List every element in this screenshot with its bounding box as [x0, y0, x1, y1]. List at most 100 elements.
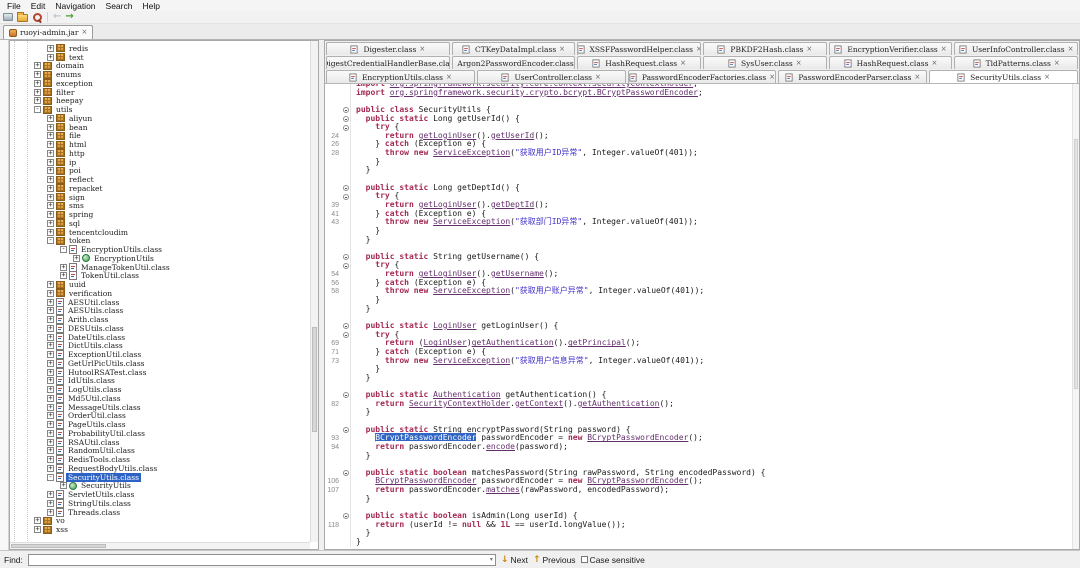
jar-tab[interactable]: ruoyi-admin.jar ×	[3, 25, 94, 39]
tree-expand-handle[interactable]: +	[47, 438, 54, 446]
tree-expand-handle[interactable]: +	[34, 79, 41, 87]
tree-expand-handle[interactable]: +	[34, 71, 41, 79]
tree-item-geturlpicutils-class[interactable]: + GetUrlPicUtils.class	[10, 358, 310, 368]
tree-expand-handle[interactable]: +	[47, 184, 54, 192]
tree-item-enums[interactable]: + enums	[10, 70, 310, 79]
tree-expand-handle[interactable]: +	[47, 386, 54, 394]
tree-item-heepay[interactable]: + heepay	[10, 96, 310, 105]
tree-expand-handle[interactable]: +	[47, 499, 54, 507]
menu-edit[interactable]: Edit	[26, 1, 51, 11]
tree-item-text[interactable]: + text	[10, 53, 310, 62]
tree-item-idutils-class[interactable]: + IdUtils.class	[10, 376, 310, 386]
editor-tab-passwordencoderparser-class[interactable]: PasswordEncoderParser.class ×	[778, 70, 928, 83]
tree-expand-handle[interactable]: +	[47, 289, 54, 297]
tree-scrollbar-thumb[interactable]	[312, 326, 317, 432]
case-sensitive-checkbox[interactable]: Case sensitive	[580, 555, 645, 565]
open-icon[interactable]	[17, 11, 28, 22]
tree-expand-handle[interactable]: +	[47, 298, 54, 306]
find-input[interactable]: ▾	[27, 553, 496, 566]
tree-expand-handle[interactable]: +	[73, 254, 80, 262]
tree-item-sql[interactable]: + sql	[10, 219, 310, 228]
tree-item-md5util-class[interactable]: + Md5Util.class	[10, 393, 310, 403]
fold-collapse-icon[interactable]	[342, 107, 349, 114]
close-icon[interactable]: ×	[932, 59, 938, 67]
close-icon[interactable]: ×	[796, 59, 802, 67]
tree-expand-handle[interactable]: +	[47, 491, 54, 499]
tree-item-utils[interactable]: - utils	[10, 105, 310, 114]
tree-item-stringutils-class[interactable]: + StringUtils.class	[10, 498, 310, 508]
tree-expand-handle[interactable]: +	[60, 263, 67, 271]
tree-expand-handle[interactable]: +	[47, 421, 54, 429]
tree-item-probabilityutil-class[interactable]: + ProbabilityUtil.class	[10, 428, 310, 438]
tree-item-bean[interactable]: + bean	[10, 123, 310, 132]
tree-item-managetokenutil-class[interactable]: + ManageTokenUtil.class	[10, 262, 310, 272]
tree-item-rsautil-class[interactable]: + RSAUtil.class	[10, 437, 310, 447]
editor-tab-pbkdf2hash-class[interactable]: PBKDF2Hash.class ×	[703, 42, 827, 55]
tree-item-aesutil-class[interactable]: + AESUtil.class	[10, 297, 310, 307]
tree-item-exception[interactable]: + exception	[10, 79, 310, 88]
tree-expand-handle[interactable]: +	[60, 482, 67, 490]
fold-collapse-icon[interactable]	[342, 262, 349, 269]
tree-expand-handle[interactable]: +	[47, 342, 54, 350]
editor-vertical-scrollbar[interactable]	[1072, 84, 1079, 549]
tree-expand-handle[interactable]: +	[47, 193, 54, 201]
close-icon[interactable]: ×	[680, 59, 686, 67]
tree-expand-handle[interactable]: +	[47, 368, 54, 376]
tree-item-servletutils-class[interactable]: + ServletUtils.class	[10, 490, 310, 500]
editor-tab-digester-class[interactable]: Digester.class ×	[326, 42, 450, 55]
fold-collapse-icon[interactable]	[342, 426, 349, 433]
fold-collapse-icon[interactable]	[342, 254, 349, 261]
close-icon[interactable]: ×	[806, 45, 812, 53]
tree-item-repacket[interactable]: + repacket	[10, 184, 310, 193]
tree-item-orderutil-class[interactable]: + OrderUtil.class	[10, 411, 310, 421]
fold-collapse-icon[interactable]	[342, 185, 349, 191]
tree-item-dateutils-class[interactable]: + DateUtils.class	[10, 332, 310, 342]
tree-expand-handle[interactable]: +	[47, 464, 54, 472]
editor-tab-userinfocontroller-class[interactable]: UserInfoController.class ×	[954, 42, 1079, 55]
tree-item-exceptionutil-class[interactable]: + ExceptionUtil.class	[10, 350, 310, 360]
tree-item-aliyun[interactable]: + aliyun	[10, 114, 310, 123]
tree-item-poi[interactable]: + poi	[10, 166, 310, 175]
tree-item-securityutils-class[interactable]: - SecurityUtils.class	[10, 472, 310, 482]
tree-expand-handle[interactable]: -	[34, 106, 41, 114]
tree-item-dictutils-class[interactable]: + DictUtils.class	[10, 341, 310, 351]
tree-expand-handle[interactable]: +	[47, 114, 54, 122]
tree-item-domain[interactable]: + domain	[10, 61, 310, 70]
fold-collapse-icon[interactable]	[342, 323, 349, 330]
tree-item-aesutils-class[interactable]: + AESUtils.class	[10, 306, 310, 316]
editor-tab-encryptionverifier-class[interactable]: EncryptionVerifier.class ×	[828, 42, 953, 55]
tree-expand-handle[interactable]: +	[47, 228, 54, 236]
tree-item-html[interactable]: + html	[10, 140, 310, 149]
menu-help[interactable]: Help	[137, 1, 164, 11]
close-icon[interactable]: ×	[914, 73, 920, 81]
editor-tab-sysuser-class[interactable]: SysUser.class ×	[703, 56, 827, 69]
editor-tab-xssfpasswordhelper-class[interactable]: XSSFPasswordHelper.class×	[577, 42, 702, 55]
close-icon[interactable]: ×	[1044, 73, 1050, 81]
tree-expand-handle[interactable]: +	[34, 62, 41, 70]
close-icon[interactable]: ×	[419, 45, 425, 53]
tree-expand-handle[interactable]: +	[47, 412, 54, 420]
fold-collapse-icon[interactable]	[342, 124, 349, 131]
tree-item-redistools-class[interactable]: + RedisTools.class	[10, 455, 310, 465]
fold-collapse-icon[interactable]	[342, 331, 349, 338]
tree-expand-handle[interactable]: +	[47, 429, 54, 437]
editor-tab-usercontroller-class[interactable]: UserController.class ×	[476, 70, 626, 83]
tree-item-threads-class[interactable]: + Threads.class	[10, 507, 310, 517]
tree-expand-handle[interactable]: -	[60, 246, 67, 254]
tree-expand-handle[interactable]: +	[47, 316, 54, 324]
print-icon[interactable]	[3, 13, 13, 21]
tree-expand-handle[interactable]: +	[47, 211, 54, 219]
editor-tab-hashrequest-class[interactable]: HashRequest.class ×	[577, 56, 702, 69]
tree-item-securityutils[interactable]: + SecurityUtils	[10, 481, 310, 490]
close-icon[interactable]: ×	[1054, 59, 1060, 67]
tree-item-tencentcloudim[interactable]: + tencentcloudim	[10, 228, 310, 237]
tree-item-xss[interactable]: + xss	[10, 525, 310, 534]
tree-expand-handle[interactable]: +	[60, 272, 67, 280]
editor-tab-hashrequest-class[interactable]: HashRequest.class ×	[828, 56, 953, 69]
find-previous-button[interactable]: ↑ Previous	[533, 555, 576, 565]
menu-file[interactable]: File	[2, 1, 26, 11]
tree-item-desutils-class[interactable]: + DESUtils.class	[10, 323, 310, 333]
find-next-button[interactable]: ↓ Next	[501, 555, 528, 565]
tree-expand-handle[interactable]: +	[47, 377, 54, 385]
tree-expand-handle[interactable]: +	[47, 307, 54, 315]
